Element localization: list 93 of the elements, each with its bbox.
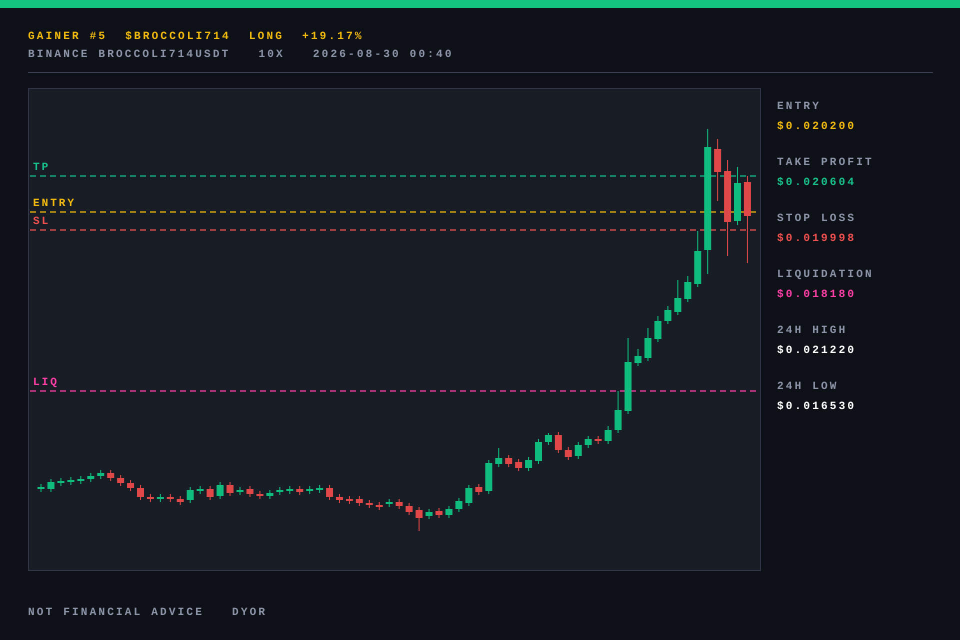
- candle: [137, 484, 144, 500]
- level-label: ENTRY: [33, 198, 76, 210]
- candle: [127, 480, 134, 492]
- candle: [47, 478, 54, 492]
- candle: [684, 276, 692, 302]
- candle: [256, 490, 264, 500]
- stat-value: $0.019998: [777, 232, 858, 246]
- candle: [594, 436, 602, 444]
- stat-value: $0.020200: [777, 120, 858, 134]
- candle: [674, 280, 682, 316]
- candle: [77, 476, 84, 484]
- candle: [714, 138, 722, 202]
- candle: [525, 456, 532, 472]
- candle: [266, 490, 274, 500]
- candle: [505, 454, 512, 468]
- header-title-text: +19.17%: [302, 30, 364, 45]
- stat-label: 24H HIGH: [777, 324, 848, 338]
- candle: [38, 484, 44, 492]
- candle: [166, 494, 174, 502]
- candle: [574, 442, 582, 460]
- candle: [445, 506, 452, 518]
- candle: [416, 506, 423, 532]
- candle: [156, 494, 164, 502]
- candle: [694, 230, 702, 288]
- header-meta-text: BINANCE BROCCOLI714USDT: [28, 48, 230, 63]
- candle: [386, 498, 393, 508]
- candle: [306, 486, 314, 494]
- candle: [117, 474, 124, 486]
- candle: [186, 486, 194, 504]
- header-title-text: GAINER #5: [28, 30, 108, 45]
- candle: [57, 478, 64, 486]
- candle: [67, 476, 74, 486]
- candle: [97, 470, 104, 480]
- header-title-text: LONG: [248, 30, 284, 45]
- candle: [644, 328, 652, 362]
- stat-label: ENTRY: [777, 100, 822, 114]
- candle: [564, 446, 572, 460]
- header-meta-text: 10X: [258, 48, 285, 63]
- candle: [107, 470, 114, 482]
- candle: [396, 498, 403, 510]
- candle: [226, 482, 234, 496]
- candle: [276, 486, 284, 496]
- candle: [544, 432, 552, 446]
- candle: [316, 484, 324, 494]
- candle: [634, 348, 642, 366]
- candle: [554, 432, 562, 454]
- stat-label: TAKE PROFIT: [777, 156, 874, 170]
- candle: [366, 500, 373, 508]
- candle: [236, 486, 244, 496]
- level-label: TP: [33, 162, 50, 174]
- candle: [286, 486, 294, 494]
- candle: [614, 390, 622, 434]
- candle: [515, 458, 522, 472]
- candle: [426, 508, 433, 520]
- candle: [485, 460, 492, 494]
- candle: [535, 438, 542, 464]
- header-title-text: $BROCCOLI714: [125, 30, 231, 45]
- stat-value: $0.021220: [777, 344, 858, 358]
- candle: [465, 484, 472, 506]
- candle: [356, 496, 363, 506]
- candle: [246, 486, 254, 498]
- candle: [495, 448, 502, 468]
- candle: [664, 306, 672, 324]
- candle: [87, 472, 94, 482]
- candle: [734, 166, 741, 226]
- candle: [336, 494, 343, 504]
- stat-value: $0.020604: [777, 176, 858, 190]
- footer-text: NOT FINANCIAL ADVICE: [28, 606, 204, 621]
- candle: [654, 316, 662, 342]
- level-label: LIQ: [33, 377, 59, 389]
- stat-label: LIQUIDATION: [777, 268, 874, 282]
- candle: [346, 496, 353, 504]
- candle: [196, 486, 204, 494]
- stat-label: STOP LOSS: [777, 212, 858, 226]
- level-label: SL: [33, 216, 50, 228]
- candle: [176, 496, 184, 506]
- candle: [406, 502, 413, 516]
- candle: [436, 508, 442, 518]
- candle: [376, 502, 383, 510]
- candle: [326, 484, 334, 500]
- candle: [584, 436, 592, 448]
- stat-value: $0.018180: [777, 288, 858, 302]
- footer-text: DYOR: [232, 606, 268, 621]
- candle: [206, 486, 214, 500]
- candle: [604, 426, 612, 444]
- stat-value: $0.016530: [777, 400, 858, 414]
- candle: [455, 498, 462, 512]
- candle: [146, 494, 154, 502]
- candle: [296, 486, 304, 496]
- stat-label: 24H LOW: [777, 380, 840, 394]
- header-meta-text: 2026-08-30 00:40: [312, 48, 454, 63]
- candle: [216, 482, 224, 500]
- candle: [475, 484, 482, 496]
